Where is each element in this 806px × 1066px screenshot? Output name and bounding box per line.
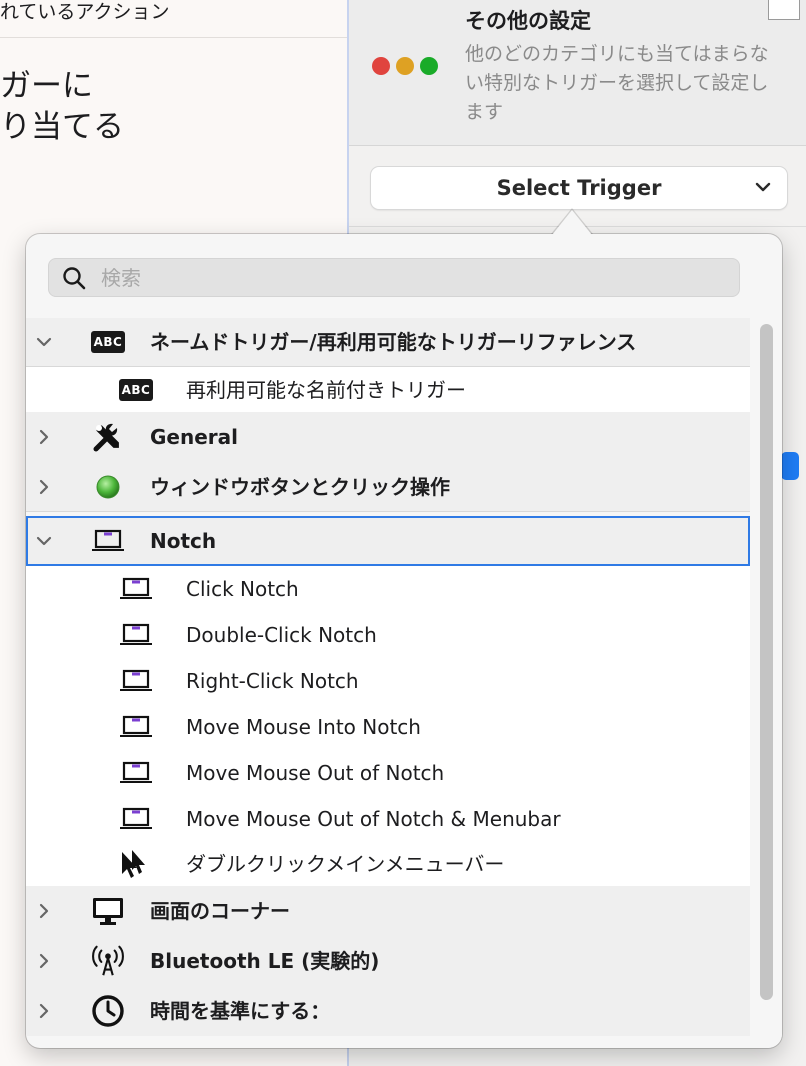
group-row-bluetooth-le[interactable]: Bluetooth LE (実験的) bbox=[26, 936, 750, 986]
traffic-red-icon bbox=[372, 57, 390, 75]
monitor-icon bbox=[90, 896, 126, 926]
corner-checkbox[interactable] bbox=[768, 0, 800, 20]
trigger-row-double-click-notch[interactable]: Double-Click Notch bbox=[26, 612, 750, 658]
left-header-text: れているアクション bbox=[0, 0, 347, 38]
select-trigger-button[interactable]: Select Trigger bbox=[371, 167, 787, 209]
left-heading-line-2: り当てる bbox=[0, 109, 124, 145]
chevron-down-icon bbox=[755, 182, 771, 192]
green-button-icon bbox=[90, 472, 126, 502]
other-settings-description: 他のどのカテゴリにも当てはまらない特別なトリガーを選択して設定します bbox=[465, 43, 769, 123]
group-row-12[interactable]: 画面のコーナー bbox=[26, 886, 750, 936]
double-cursor-icon bbox=[118, 849, 154, 879]
traffic-yellow-icon bbox=[396, 57, 414, 75]
chevron-right-icon[interactable] bbox=[35, 952, 53, 970]
row-label: Notch bbox=[150, 529, 217, 553]
traffic-green-icon bbox=[420, 57, 438, 75]
row-label: Bluetooth LE (実験的) bbox=[150, 949, 380, 973]
laptop-notch-icon bbox=[90, 526, 126, 556]
trigger-row-right-click-notch[interactable]: Right-Click Notch bbox=[26, 658, 750, 704]
row-label: ダブルクリックメインメニューバー bbox=[186, 852, 505, 876]
select-trigger-label: Select Trigger bbox=[496, 176, 662, 200]
laptop-notch-icon bbox=[118, 758, 154, 788]
left-heading-line-1: ガーに bbox=[0, 68, 93, 104]
scrollbar-thumb[interactable] bbox=[760, 324, 773, 1000]
trigger-row-move-mouse-out-of-notch-menubar[interactable]: Move Mouse Out of Notch & Menubar bbox=[26, 796, 750, 842]
popover-arrow bbox=[552, 210, 592, 235]
abc-icon: ABC bbox=[90, 327, 126, 357]
tools-icon bbox=[90, 422, 126, 452]
group-row-notch[interactable]: Notch bbox=[26, 516, 750, 566]
laptop-notch-icon bbox=[118, 666, 154, 696]
row-label: General bbox=[150, 425, 238, 449]
laptop-notch-icon bbox=[118, 712, 154, 742]
search-icon bbox=[63, 267, 86, 290]
group-row-general[interactable]: General bbox=[26, 412, 750, 462]
blue-control-peek[interactable] bbox=[781, 452, 799, 480]
chevron-right-icon[interactable] bbox=[35, 902, 53, 920]
trigger-row-move-mouse-into-notch[interactable]: Move Mouse Into Notch bbox=[26, 704, 750, 750]
laptop-notch-icon bbox=[118, 574, 154, 604]
other-settings-title: その他の設定 bbox=[465, 9, 591, 33]
trigger-popover: ABC ネームドトリガー/再利用可能なトリガーリファレンス ABC 再利用可能な名前付… bbox=[26, 234, 782, 1048]
trigger-row-11[interactable]: ダブルクリックメインメニューバー bbox=[26, 842, 750, 886]
search-box[interactable] bbox=[48, 258, 740, 297]
abc-icon: ABC bbox=[118, 375, 154, 405]
group-row-3[interactable]: ウィンドウボタンとクリック操作 bbox=[26, 462, 750, 512]
row-label: Move Mouse Into Notch bbox=[186, 715, 421, 739]
row-label: ネームドトリガー/再利用可能なトリガーリファレンス bbox=[150, 330, 637, 354]
chevron-down-icon[interactable] bbox=[35, 333, 53, 351]
row-label: 画面のコーナー bbox=[150, 899, 290, 923]
row-label: Right-Click Notch bbox=[186, 669, 359, 693]
laptop-notch-icon bbox=[118, 804, 154, 834]
chevron-right-icon[interactable] bbox=[35, 478, 53, 496]
row-label: ウィンドウボタンとクリック操作 bbox=[150, 475, 450, 499]
chevron-right-icon[interactable] bbox=[35, 1002, 53, 1020]
group-row-14[interactable]: 時間を基準にする： bbox=[26, 986, 750, 1036]
antenna-icon bbox=[90, 945, 126, 976]
trigger-row-1[interactable]: ABC 再利用可能な名前付きトリガー bbox=[26, 366, 750, 412]
laptop-notch-icon bbox=[118, 620, 154, 650]
left-heading: ガーに り当てる bbox=[0, 66, 347, 148]
row-label: 時間を基準にする： bbox=[150, 999, 331, 1023]
clock-icon bbox=[90, 995, 126, 1027]
row-label: 再利用可能な名前付きトリガー bbox=[186, 378, 466, 402]
row-label: Double-Click Notch bbox=[186, 623, 377, 647]
row-label: Move Mouse Out of Notch & Menubar bbox=[186, 807, 561, 831]
row-label: Move Mouse Out of Notch bbox=[186, 761, 445, 785]
search-input[interactable] bbox=[101, 262, 721, 294]
row-label: Click Notch bbox=[186, 577, 299, 601]
chevron-down-icon[interactable] bbox=[35, 532, 53, 550]
trigger-row-click-notch[interactable]: Click Notch bbox=[26, 566, 750, 612]
group-row-0[interactable]: ABC ネームドトリガー/再利用可能なトリガーリファレンス bbox=[26, 318, 750, 366]
chevron-right-icon[interactable] bbox=[35, 428, 53, 446]
trigger-row-move-mouse-out-of-notch[interactable]: Move Mouse Out of Notch bbox=[26, 750, 750, 796]
